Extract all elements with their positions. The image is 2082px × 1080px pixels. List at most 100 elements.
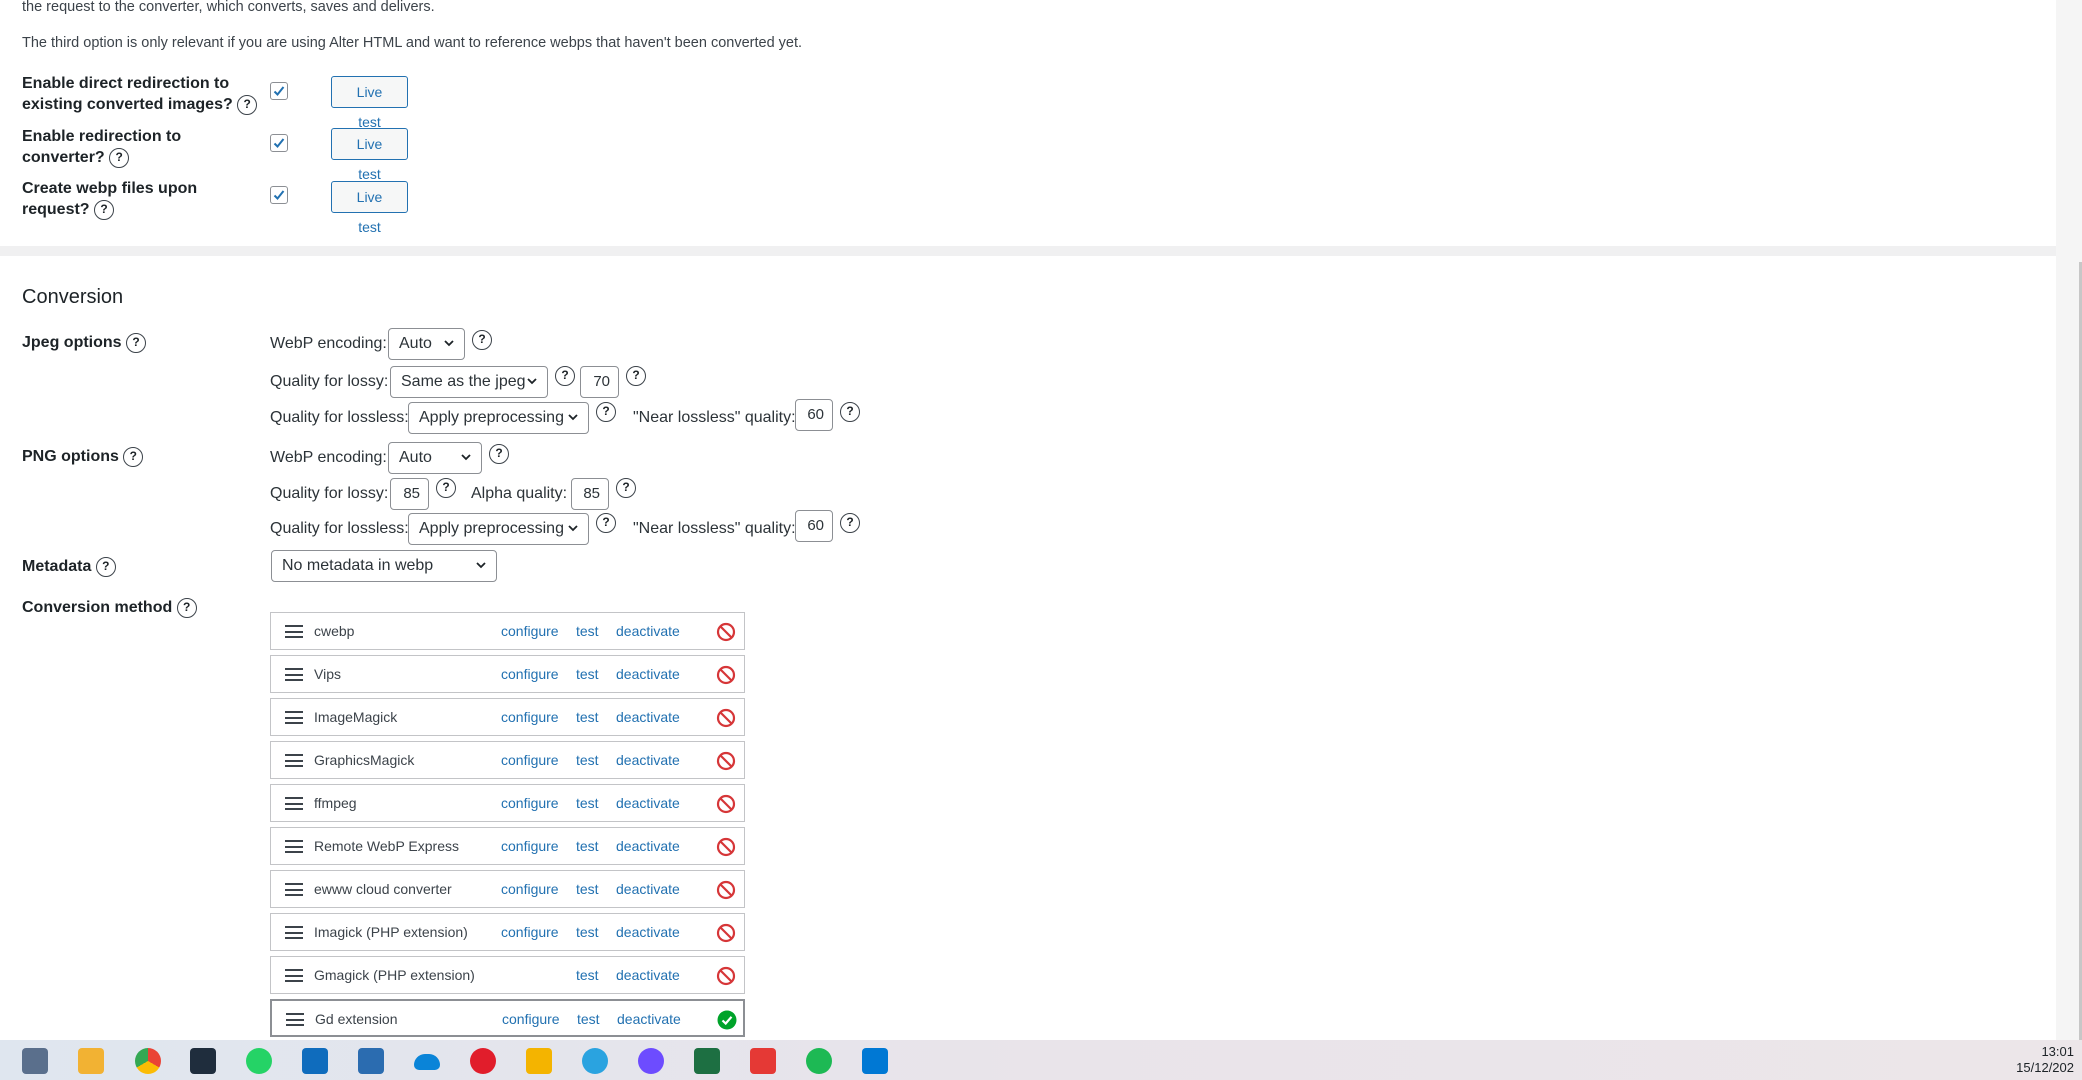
converter-row[interactable]: Remote WebP Express configure test deactiva… [270,827,745,865]
outlook-icon[interactable] [302,1048,328,1074]
deactivate-link[interactable]: deactivate [617,1011,681,1027]
help-icon[interactable]: ? [489,444,509,464]
deactivate-link[interactable]: deactivate [616,709,680,725]
help-icon[interactable]: ? [126,332,147,353]
converter-row[interactable]: Gmagick (PHP extension) test deactivate [270,956,745,994]
jpeg-near-lossless-input[interactable]: 60 [795,399,833,431]
deactivate-link[interactable]: deactivate [616,967,680,983]
redirect-direct-checkbox[interactable] [270,82,288,100]
converter-row[interactable]: cwebp configure test deactivate [270,612,745,650]
configure-link[interactable]: configure [501,623,559,639]
spotify-icon[interactable] [806,1048,832,1074]
test-link[interactable]: test [576,709,599,725]
deactivate-link[interactable]: deactivate [616,881,680,897]
test-link[interactable]: test [576,838,599,854]
help-icon[interactable]: ? [616,478,636,498]
png-encoding-select[interactable]: Auto [388,442,482,474]
configure-link[interactable]: configure [501,881,559,897]
drag-handle-icon[interactable] [285,754,303,767]
photos-icon[interactable] [358,1048,384,1074]
test-link[interactable]: test [577,1011,600,1027]
drag-handle-icon[interactable] [285,840,303,853]
help-icon[interactable]: ? [472,330,492,350]
configure-link[interactable]: configure [501,666,559,682]
jpeg-lossless-select[interactable]: Apply preprocessing [408,402,589,434]
vertical-scrollbar[interactable] [2056,0,2082,1040]
help-icon[interactable]: ? [436,478,456,498]
help-icon[interactable]: ? [840,402,860,422]
converter-row[interactable]: ffmpeg configure test deactivate [270,784,745,822]
configure-link[interactable]: configure [502,1011,560,1027]
configure-link[interactable]: configure [501,709,559,725]
test-link[interactable]: test [576,924,599,940]
jpeg-lossy-select[interactable]: Same as the jpeg [390,366,548,398]
drag-handle-icon[interactable] [285,625,303,638]
messenger-icon[interactable] [638,1048,664,1074]
chrome-icon[interactable] [135,1048,161,1074]
help-icon[interactable]: ? [109,147,130,168]
help-icon[interactable]: ? [596,513,616,533]
deactivate-link[interactable]: deactivate [616,838,680,854]
converter-row[interactable]: Gd extension configure test deactivate [270,999,745,1037]
test-link[interactable]: test [576,666,599,682]
test-link[interactable]: test [576,623,599,639]
anydesk-icon[interactable] [750,1048,776,1074]
help-icon[interactable]: ? [840,513,860,533]
gmail-icon[interactable] [470,1048,496,1074]
png-near-lossless-input[interactable]: 60 [795,510,833,542]
converter-row[interactable]: Imagick (PHP extension) configure test deac… [270,913,745,951]
help-icon[interactable]: ? [555,366,575,386]
jpeg-encoding-select[interactable]: Auto [388,328,465,360]
help-icon[interactable]: ? [596,402,616,422]
help-icon[interactable]: ? [626,366,646,386]
create-webp-checkbox[interactable] [270,186,288,204]
live-test-button-direct[interactable]: Live test [331,76,408,130]
live-test-button-create[interactable]: Live test [331,181,408,235]
converter-row[interactable]: ewww cloud converter configure test deactiv… [270,870,745,908]
configure-link[interactable]: configure [501,924,559,940]
redirect-converter-checkbox[interactable] [270,134,288,152]
test-link[interactable]: test [576,967,599,983]
converter-row[interactable]: Vips configure test deactivate [270,655,745,693]
drag-handle-icon[interactable] [286,1013,304,1026]
drag-handle-icon[interactable] [285,711,303,724]
drag-handle-icon[interactable] [285,668,303,681]
png-lossless-select[interactable]: Apply preprocessing [408,513,589,545]
drag-handle-icon[interactable] [285,969,303,982]
png-lossy-quality-input[interactable]: 85 [390,478,429,510]
help-icon[interactable]: ? [176,597,197,618]
google-drive-icon[interactable] [526,1048,552,1074]
whatsapp-icon[interactable] [246,1048,272,1074]
metadata-select[interactable]: No metadata in webp [271,550,497,582]
help-icon[interactable]: ? [95,556,116,577]
help-icon[interactable]: ? [123,446,144,467]
deactivate-link[interactable]: deactivate [616,752,680,768]
mail-icon[interactable] [862,1048,888,1074]
system-clock[interactable]: 13:01 15/12/202 [2016,1044,2074,1076]
deactivate-link[interactable]: deactivate [616,666,680,682]
deactivate-link[interactable]: deactivate [616,924,680,940]
live-test-button-converter[interactable]: Live test [331,128,408,182]
terminal-icon[interactable] [190,1048,216,1074]
help-icon[interactable]: ? [94,199,115,220]
configure-link[interactable]: configure [501,795,559,811]
jpeg-lossy-quality-input[interactable]: 70 [580,366,619,398]
drag-handle-icon[interactable] [285,797,303,810]
drag-handle-icon[interactable] [285,883,303,896]
onedrive-icon[interactable] [414,1054,440,1070]
test-link[interactable]: test [576,795,599,811]
calculator-icon[interactable] [22,1048,48,1074]
help-icon[interactable]: ? [237,94,258,115]
telegram-icon[interactable] [582,1048,608,1074]
png-alpha-quality-input[interactable]: 85 [571,478,609,510]
file-explorer-icon[interactable] [78,1048,104,1074]
test-link[interactable]: test [576,752,599,768]
configure-link[interactable]: configure [501,752,559,768]
excel-icon[interactable] [694,1048,720,1074]
test-link[interactable]: test [576,881,599,897]
deactivate-link[interactable]: deactivate [616,795,680,811]
configure-link[interactable]: configure [501,838,559,854]
converter-row[interactable]: ImageMagick configure test deactivate [270,698,745,736]
drag-handle-icon[interactable] [285,926,303,939]
deactivate-link[interactable]: deactivate [616,623,680,639]
